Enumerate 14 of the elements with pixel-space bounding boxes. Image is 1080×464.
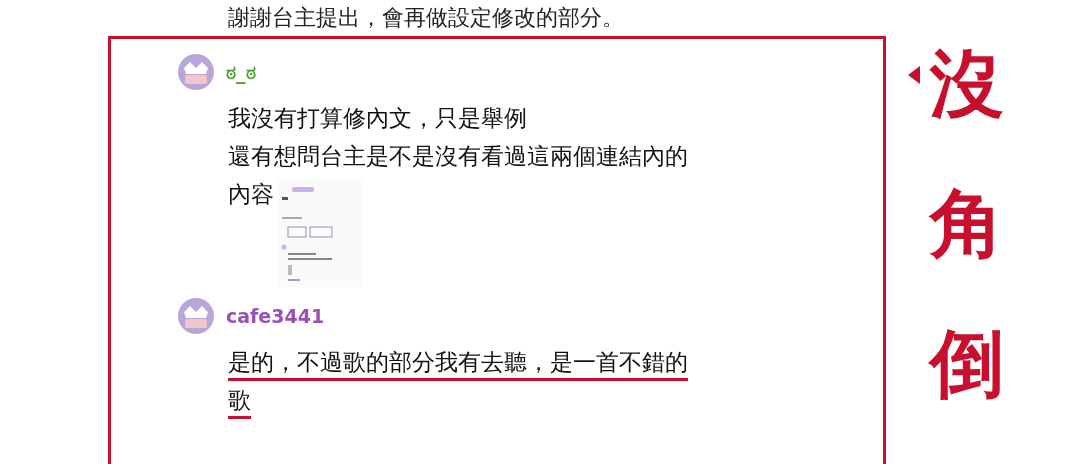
comment-text: 謝謝台主提出，會再做設定修改的部分。	[228, 5, 624, 30]
username[interactable]: ಠ_ಠ	[226, 60, 256, 84]
avatar-icon	[178, 298, 214, 334]
username[interactable]: cafe3441	[226, 305, 325, 327]
comment-text: 我沒有打算修內文，只是舉例	[228, 104, 528, 133]
annotation-text: 沒	[930, 42, 1004, 124]
pointer-icon	[908, 66, 922, 84]
comment-text: 歌	[228, 386, 252, 415]
comment-text: 是的，不過歌的部分我有去聽，是一首不錯的	[228, 348, 689, 377]
annotation-text: 倒	[930, 322, 1004, 404]
comment-text: 內容	[228, 180, 274, 209]
annotation-text: 角	[930, 182, 1004, 264]
comment-text: 還有想問台主是不是沒有看過這兩個連結內的	[228, 142, 689, 171]
avatar-icon	[178, 54, 214, 90]
